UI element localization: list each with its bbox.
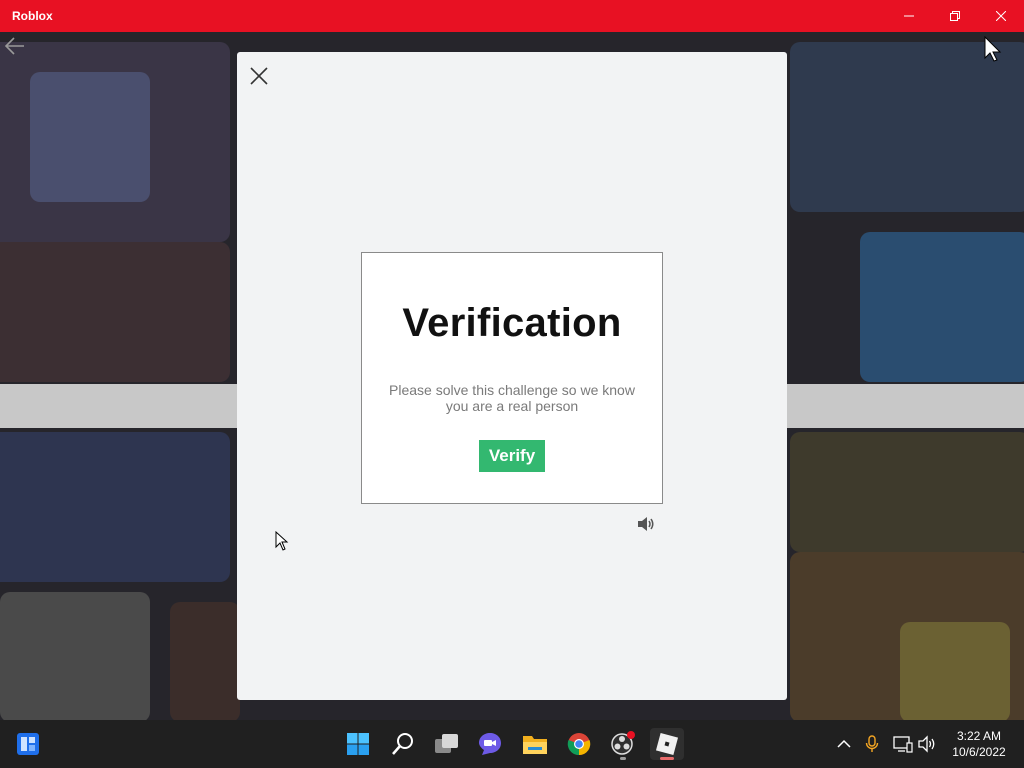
restore-icon <box>950 11 960 21</box>
background-tile <box>170 602 240 720</box>
background-tile <box>30 72 150 202</box>
window-titlebar[interactable]: Roblox <box>0 0 1024 32</box>
verification-dialog: Verification Please solve this challenge… <box>237 52 787 700</box>
background-tile <box>790 432 1024 552</box>
microphone-button[interactable] <box>862 734 882 754</box>
file-explorer-icon <box>523 736 547 754</box>
obs-icon <box>611 731 635 755</box>
roblox-icon <box>655 732 679 756</box>
minimize-button[interactable] <box>886 0 932 32</box>
background-tile <box>900 622 1010 720</box>
search-button[interactable] <box>386 728 420 760</box>
verify-button[interactable]: Verify <box>478 440 546 472</box>
network-button[interactable] <box>893 734 913 754</box>
close-icon <box>996 11 1006 21</box>
challenge-card: Verification Please solve this challenge… <box>361 252 663 504</box>
roblox-button[interactable] <box>650 728 684 760</box>
widgets-icon <box>17 733 39 755</box>
running-indicator <box>620 757 626 760</box>
chrome-icon <box>567 733 591 756</box>
background-tile <box>0 242 230 382</box>
file-explorer-button[interactable] <box>518 728 552 760</box>
teams-chat-button[interactable] <box>473 728 507 760</box>
close-window-button[interactable] <box>978 0 1024 32</box>
system-clock[interactable]: 3:22 AM 10/6/2022 <box>944 728 1014 760</box>
widgets-button[interactable] <box>11 728 45 760</box>
background-tile <box>860 232 1024 382</box>
clock-date: 10/6/2022 <box>952 745 1006 759</box>
start-button[interactable] <box>341 728 375 760</box>
speaker-icon <box>638 517 654 531</box>
chrome-button[interactable] <box>562 728 596 760</box>
background-tile <box>0 592 150 720</box>
dialog-close-button[interactable] <box>249 66 269 86</box>
task-view-icon <box>435 734 458 753</box>
close-icon <box>250 67 268 85</box>
cursor-icon <box>984 35 1002 67</box>
show-hidden-icons-button[interactable] <box>834 734 854 754</box>
search-icon <box>392 733 413 755</box>
audio-challenge-button[interactable] <box>637 516 655 532</box>
chevron-up-icon <box>837 739 851 748</box>
restore-button[interactable] <box>932 0 978 32</box>
taskbar: 3:22 AM 10/6/2022 <box>0 720 1024 768</box>
obs-button[interactable] <box>606 728 640 760</box>
background-tile <box>0 432 230 582</box>
volume-button[interactable] <box>918 734 938 754</box>
minimize-icon <box>904 15 914 17</box>
network-icon <box>893 736 913 753</box>
dialog-message: Please solve this challenge so we know y… <box>389 382 635 414</box>
window-title: Roblox <box>12 9 53 23</box>
task-view-button[interactable] <box>430 728 464 760</box>
microphone-icon <box>865 735 879 752</box>
background-tile <box>790 42 1024 212</box>
start-icon <box>347 733 369 755</box>
clock-time: 3:22 AM <box>956 729 1002 743</box>
active-indicator <box>660 757 674 760</box>
volume-icon <box>918 735 935 753</box>
mouse-cursor-icon <box>275 530 289 556</box>
teams-chat-icon <box>479 733 501 755</box>
back-button[interactable] <box>4 36 26 61</box>
back-arrow-icon <box>4 37 24 55</box>
dialog-heading: Verification <box>402 301 622 345</box>
